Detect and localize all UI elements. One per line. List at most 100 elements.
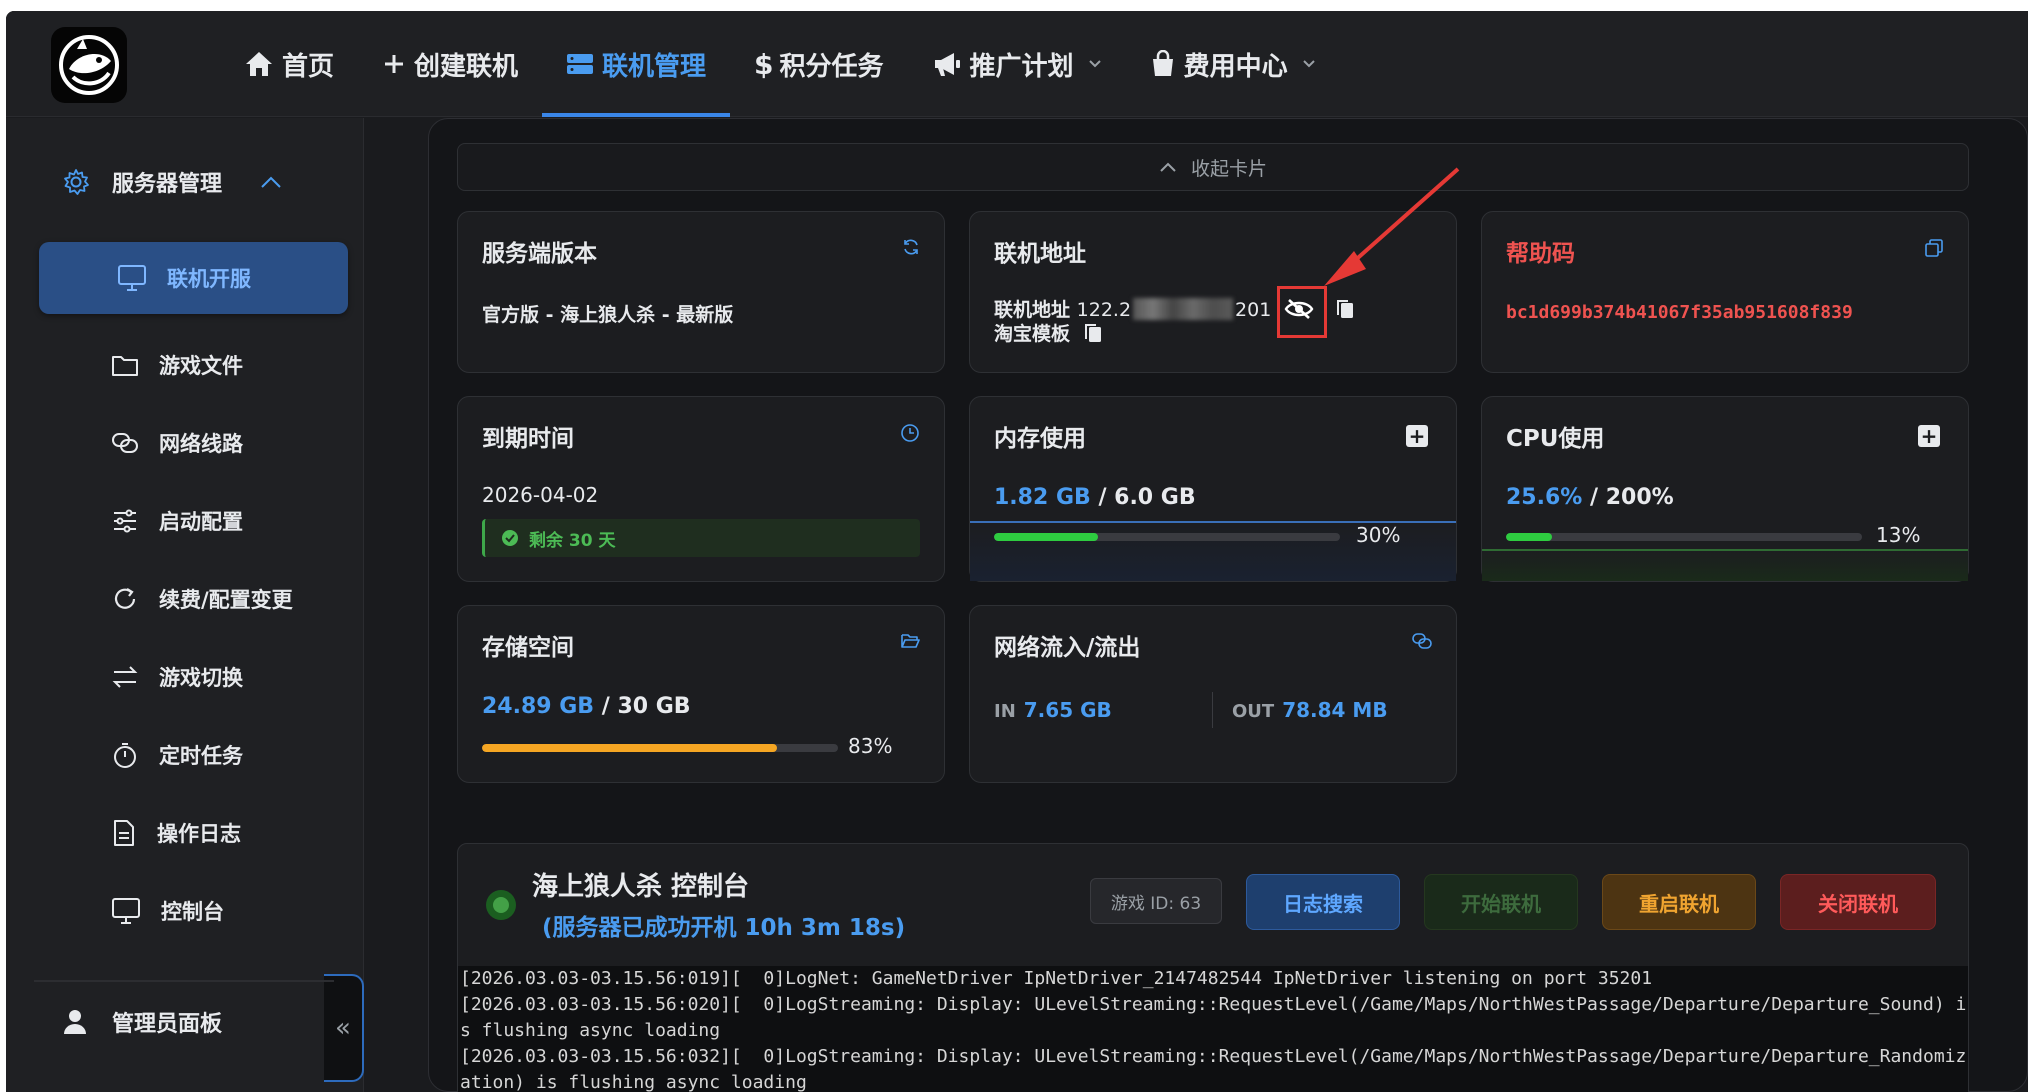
sync-icon[interactable] <box>902 238 920 256</box>
cpu-metric: 25.6% / 200% <box>1506 485 1674 510</box>
storage-used: 24.89 GB <box>482 694 595 719</box>
chevron-up-icon <box>1160 162 1176 172</box>
network-in-label: IN <box>994 701 1016 722</box>
folder-open-icon <box>901 634 920 648</box>
nav-tasks-label: 积分任务 <box>779 51 884 82</box>
sidebar-item-label: 联机开服 <box>167 267 251 291</box>
storage-total: 30 GB <box>617 694 691 719</box>
document-icon <box>114 820 134 846</box>
card-cpu-usage: CPU使用 + 25.6% / 200% 13% <box>1481 396 1969 582</box>
sidebar-item-label: 续费/配置变更 <box>159 588 293 612</box>
copy-icon[interactable] <box>1335 298 1355 320</box>
nav-tasks[interactable]: $ 积分任务 <box>730 11 908 117</box>
link-icon <box>112 433 138 453</box>
nav-create-label: 创建联机 <box>414 51 519 82</box>
cpu-footer-bg <box>1482 549 1968 581</box>
address-ip-end: 201 <box>1235 299 1272 321</box>
main-nav: 首页 创建联机 联机管理 $ 积分任务 推广计划 费用中心 <box>220 11 1340 117</box>
copy-icon[interactable] <box>1083 322 1103 344</box>
memory-total: 6.0 GB <box>1114 485 1196 510</box>
nav-create[interactable]: 创建联机 <box>358 11 542 117</box>
console-panel: 海上狼人杀 控制台 (服务器已成功开机 10h 3m 18s) 游戏 ID: 6… <box>457 843 1969 1092</box>
nav-promo[interactable]: 推广计划 <box>908 11 1126 117</box>
remaining-days: 剩余 30 天 <box>529 530 616 551</box>
network-separator <box>1212 692 1213 728</box>
chevron-down-icon <box>1088 60 1101 68</box>
card-title: 存储空间 <box>482 635 574 661</box>
cpu-progress-track <box>1506 533 1862 541</box>
restart-server-button[interactable]: 重启联机 <box>1602 874 1756 930</box>
card-help-code: 帮助码 bc1d699b374b41067f35ab951608f839 <box>1481 211 1969 373</box>
fish-logo-icon <box>59 35 119 95</box>
nav-home[interactable]: 首页 <box>220 11 358 117</box>
sidebar-item-game-switch[interactable]: 游戏切换 <box>111 662 243 692</box>
sidebar-admin-panel[interactable]: 管理员面板 <box>62 1006 222 1038</box>
sidebar-group-server[interactable]: 服务器管理 <box>62 166 304 198</box>
remaining-days-badge: 剩余 30 天 <box>482 519 920 557</box>
stop-server-button[interactable]: 关闭联机 <box>1780 874 1936 930</box>
app-logo[interactable] <box>51 27 127 103</box>
chevron-up-icon <box>261 176 281 188</box>
nav-manage[interactable]: 联机管理 <box>542 11 731 117</box>
home-icon <box>246 52 272 76</box>
sidebar-item-network[interactable]: 网络线路 <box>111 428 243 458</box>
switch-icon <box>112 666 138 688</box>
network-in-value: 7.65 GB <box>1023 698 1112 722</box>
user-icon <box>64 1010 86 1034</box>
help-code-value[interactable]: bc1d699b374b41067f35ab951608f839 <box>1506 302 1853 323</box>
sidebar-item-operation-log[interactable]: 操作日志 <box>111 818 241 848</box>
sidebar-item-game-files[interactable]: 游戏文件 <box>111 350 243 380</box>
console-title: 海上狼人杀 控制台 <box>532 872 750 902</box>
plus-icon: + <box>1920 424 1938 448</box>
card-title: 内存使用 <box>994 426 1086 452</box>
server-icon <box>567 54 594 74</box>
storage-metric: 24.89 GB / 30 GB <box>482 694 691 719</box>
sidebar-item-scheduled-tasks[interactable]: 定时任务 <box>111 740 243 770</box>
console-log-output[interactable]: [2026.03.03-03.15.56:019][ 0]LogNet: Gam… <box>458 966 1968 1092</box>
cpu-progress-fill <box>1506 533 1553 541</box>
sidebar-item-label: 游戏文件 <box>159 354 243 378</box>
check-circle-icon <box>502 530 518 546</box>
sidebar-item-server-start[interactable]: 联机开服 <box>39 242 348 314</box>
sidebar-item-startup-config[interactable]: 启动配置 <box>111 506 243 536</box>
log-search-button[interactable]: 日志搜索 <box>1246 874 1400 930</box>
game-id-badge: 游戏 ID: 63 <box>1090 878 1222 924</box>
copy-icon[interactable] <box>1924 238 1944 258</box>
network-out-label: OUT <box>1232 701 1275 722</box>
nav-billing-label: 费用中心 <box>1183 51 1288 82</box>
plus-icon: + <box>1408 424 1426 448</box>
card-expire-time: 到期时间 2026-04-02 剩余 30 天 <box>457 396 945 582</box>
sidebar-item-console[interactable]: 控制台 <box>111 896 224 926</box>
sidebar-item-label: 控制台 <box>161 900 224 924</box>
nav-promo-label: 推广计划 <box>969 51 1074 82</box>
start-server-button[interactable]: 开始联机 <box>1424 874 1578 930</box>
sidebar-collapse-button[interactable]: « <box>324 974 364 1082</box>
refresh-icon <box>114 588 136 609</box>
nav-billing[interactable]: 费用中心 <box>1126 11 1340 117</box>
clock-icon <box>901 424 919 442</box>
collapse-cards-button[interactable]: 收起卡片 <box>457 143 1969 191</box>
storage-percent: 83% <box>848 734 893 758</box>
memory-percent-overlay: 30% <box>1356 523 1401 547</box>
card-title: 到期时间 <box>482 426 574 452</box>
folder-icon <box>112 356 138 376</box>
expand-cpu-button[interactable]: + <box>1918 425 1940 447</box>
card-title: 帮助码 <box>1506 241 1575 267</box>
card-title: 联机地址 <box>994 241 1086 267</box>
address-template: 淘宝模板 <box>994 323 1071 345</box>
top-navbar: 首页 创建联机 联机管理 $ 积分任务 推广计划 费用中心 <box>6 11 2028 117</box>
console-status: (服务器已成功开机 10h 3m 18s) <box>542 915 906 941</box>
sidebar-item-renew[interactable]: 续费/配置变更 <box>111 584 293 614</box>
expand-memory-button[interactable]: + <box>1406 425 1428 447</box>
link-icon <box>1412 633 1432 649</box>
card-title: 服务端版本 <box>482 241 597 267</box>
monitor-icon <box>118 265 146 291</box>
plus-icon <box>385 55 404 73</box>
network-out-value: 78.84 MB <box>1282 698 1388 722</box>
dollar-icon: $ <box>754 47 774 81</box>
collapse-cards-label: 收起卡片 <box>1190 157 1267 180</box>
memory-used: 1.82 GB <box>994 485 1091 510</box>
cpu-percent: 13% <box>1876 523 1921 547</box>
stopwatch-icon <box>114 743 136 768</box>
storage-progress-track <box>482 744 838 752</box>
